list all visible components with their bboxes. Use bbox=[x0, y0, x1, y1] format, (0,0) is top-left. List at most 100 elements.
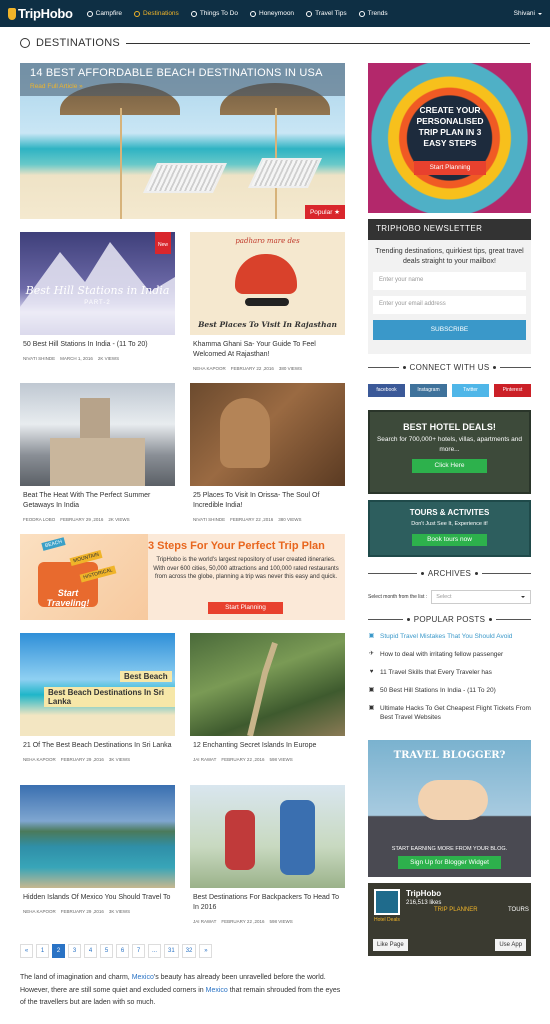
page-ellipsis: ... bbox=[148, 944, 162, 958]
article-card[interactable]: 25 Places To Visit In Orissa- The Soul O… bbox=[190, 383, 345, 522]
page-1-button[interactable]: 1 bbox=[36, 944, 49, 958]
popular-badge: Popular ★ bbox=[304, 205, 345, 219]
nav-item-honeymoon[interactable]: Honeymoon bbox=[250, 10, 294, 17]
hotel-deals-ad[interactable]: BEST HOTEL DEALS! Search for 700,000+ ho… bbox=[368, 410, 531, 494]
trend-icon bbox=[358, 10, 365, 17]
article-card[interactable]: Best Destinations For Backpackers To Hea… bbox=[190, 785, 345, 924]
run-icon bbox=[190, 10, 197, 17]
image-subcaption: padharo mare des bbox=[235, 237, 300, 245]
beach-chair bbox=[143, 163, 227, 193]
popular-post-item[interactable]: ▣ Stupid Travel Mistakes That You Should … bbox=[368, 632, 531, 641]
facebook-page-name[interactable]: TripHobo bbox=[406, 889, 441, 898]
popular-posts-list: ▣ Stupid Travel Mistakes That You Should … bbox=[368, 632, 531, 731]
popular-post-item[interactable]: ▣ 50 Best Hill Stations In India - (11 To… bbox=[368, 686, 531, 695]
article-title[interactable]: Khamma Ghani Sa- Your Guide To Feel Welc… bbox=[190, 340, 345, 360]
facebook-page-avatar[interactable] bbox=[374, 889, 400, 915]
travel-blogger-ad[interactable]: TRAVEL BLOGGER? START EARNING MORE FROM … bbox=[368, 740, 531, 877]
card-icon: ▣ bbox=[368, 687, 375, 693]
nav-item-trends[interactable]: Trends bbox=[358, 10, 388, 17]
article-title[interactable]: 50 Best Hill Stations In India - (11 To … bbox=[20, 340, 175, 350]
page-3-button[interactable]: 3 bbox=[68, 944, 81, 958]
read-full-article-link[interactable]: Read Full Article » bbox=[30, 83, 335, 90]
article-card[interactable]: 12 Enchanting Secret Islands In Europe J… bbox=[190, 633, 345, 762]
run-icon: ✈ bbox=[368, 651, 375, 657]
use-app-button[interactable]: Use App bbox=[495, 939, 526, 951]
church-body bbox=[50, 438, 145, 486]
popular-posts-heading: POPULAR POSTS bbox=[368, 615, 532, 624]
promo-heading: 3 Steps For Your Perfect Trip Plan bbox=[148, 540, 325, 552]
twitter-button[interactable]: Twitter bbox=[452, 384, 489, 397]
mexico-link[interactable]: Mexico bbox=[206, 987, 228, 994]
article-image: Best Beach Best Beach Destinations In Sr… bbox=[20, 633, 175, 736]
buddha-statue bbox=[220, 398, 270, 468]
nav-item-travel-tips[interactable]: Travel Tips bbox=[306, 10, 347, 17]
newsletter-box: TRIPHOBO NEWSLETTER Trending destination… bbox=[368, 219, 531, 354]
start-planning-button[interactable]: Start Planning bbox=[208, 602, 283, 614]
page-32-button[interactable]: 32 bbox=[181, 944, 197, 958]
article-meta: Neha Kapoor February 29 ,2016 3K Views bbox=[23, 909, 131, 914]
article-image: padharo mare des Best Places To Visit In… bbox=[190, 232, 345, 335]
article-title[interactable]: Hidden Islands Of Mexico You Should Trav… bbox=[20, 893, 175, 903]
email-input[interactable]: Enter your email address bbox=[373, 296, 526, 314]
popular-post-item[interactable]: ♥ 11 Travel Skills that Every Traveler ha… bbox=[368, 668, 531, 677]
page-prev-button[interactable]: « bbox=[20, 944, 33, 958]
user-menu[interactable]: Shivani bbox=[514, 10, 542, 17]
start-planning-ad-button[interactable]: Start Planning bbox=[414, 161, 486, 175]
facebook-button[interactable]: facebook bbox=[368, 384, 405, 397]
promo-image: BEACH MOUNTAIN HISTORICAL Start Travelin… bbox=[20, 534, 148, 620]
article-title[interactable]: Best Destinations For Backpackers To Hea… bbox=[190, 893, 345, 913]
trip-plan-ad[interactable]: CREATE YOUR PERSONALISED TRIP PLAN IN 3 … bbox=[368, 63, 531, 213]
archive-month-select[interactable]: Select bbox=[431, 590, 531, 604]
campfire-icon bbox=[86, 10, 93, 17]
archives-label: Select month from the list : bbox=[368, 594, 428, 600]
article-title[interactable]: 21 Of The Best Beach Destinations In Sri… bbox=[20, 741, 175, 751]
ad-text: Don't Just See It, Experience it! bbox=[411, 521, 488, 527]
section-header: DESTINATIONS bbox=[20, 37, 530, 49]
hero-title[interactable]: 14 BEST AFFORDABLE BEACH DESTINATIONS IN… bbox=[30, 67, 335, 79]
logo[interactable]: TripHobo bbox=[8, 6, 73, 21]
article-card[interactable]: Best Beach Best Beach Destinations In Sr… bbox=[20, 633, 175, 762]
backpacker-figure bbox=[280, 800, 315, 875]
book-tours-button[interactable]: Book tours now bbox=[412, 533, 487, 546]
page-next-button[interactable]: » bbox=[199, 944, 213, 958]
fb-cover-label: TRIP PLANNER bbox=[434, 907, 478, 913]
page-31-button[interactable]: 31 bbox=[164, 944, 179, 958]
article-title[interactable]: Beat The Heat With The Perfect Summer Ge… bbox=[20, 491, 175, 511]
social-buttons: facebook Instagram Twitter Pinterest bbox=[368, 384, 531, 397]
article-meta: Neha Kapoor February 22 ,2016 380 Views bbox=[193, 366, 303, 371]
pinterest-button[interactable]: Pinterest bbox=[494, 384, 531, 397]
blogger-signup-button[interactable]: Sign Up for Blogger Widget bbox=[398, 856, 501, 869]
nav-item-campfire[interactable]: Campfire bbox=[86, 10, 122, 17]
name-input[interactable]: Enter your name bbox=[373, 272, 526, 290]
article-card[interactable]: padharo mare des Best Places To Visit In… bbox=[190, 232, 345, 371]
page-4-button[interactable]: 4 bbox=[84, 944, 97, 958]
subscribe-button[interactable]: SUBSCRIBE bbox=[373, 320, 526, 340]
click-here-button[interactable]: Click Here bbox=[412, 459, 487, 473]
article-image: Best Hill Stations in India PART-2 New bbox=[20, 232, 175, 335]
article-card[interactable]: Hidden Islands Of Mexico You Should Trav… bbox=[20, 785, 175, 914]
like-page-button[interactable]: Like Page bbox=[373, 939, 408, 951]
heart-icon: ♥ bbox=[369, 669, 374, 675]
article-title[interactable]: 25 Places To Visit In Orissa- The Soul O… bbox=[190, 491, 345, 511]
mexico-link[interactable]: Mexico bbox=[132, 974, 154, 981]
image-subcaption: PART-2 bbox=[84, 300, 111, 306]
popular-post-item[interactable]: ✈ How to deal with irritating fellow pass… bbox=[368, 650, 531, 659]
hero-article[interactable]: 14 BEST AFFORDABLE BEACH DESTINATIONS IN… bbox=[20, 63, 345, 219]
heart-icon bbox=[250, 10, 256, 17]
popular-post-item[interactable]: ▣ Ultimate Hacks To Get Cheapest Flight T… bbox=[368, 704, 531, 722]
ad-heading: BEST HOTEL DEALS! bbox=[403, 422, 496, 432]
instagram-button[interactable]: Instagram bbox=[410, 384, 447, 397]
tours-activities-ad[interactable]: TOURS & ACTIVITES Don't Just See It, Exp… bbox=[368, 500, 531, 557]
article-card[interactable]: Best Hill Stations in India PART-2 New 5… bbox=[20, 232, 175, 361]
article-image bbox=[190, 383, 345, 486]
article-card[interactable]: Beat The Heat With The Perfect Summer Ge… bbox=[20, 383, 175, 522]
nav-item-destinations[interactable]: Destinations bbox=[134, 10, 179, 17]
logo-mark-icon bbox=[8, 7, 16, 20]
article-title[interactable]: 12 Enchanting Secret Islands In Europe bbox=[190, 741, 345, 751]
page-5-button[interactable]: 5 bbox=[100, 944, 113, 958]
page-6-button[interactable]: 6 bbox=[116, 944, 129, 958]
page-2-button[interactable]: 2 bbox=[52, 944, 65, 958]
mustache-graphic bbox=[245, 298, 289, 306]
page-7-button[interactable]: 7 bbox=[132, 944, 145, 958]
nav-item-things-to-do[interactable]: Things To Do bbox=[190, 10, 238, 17]
